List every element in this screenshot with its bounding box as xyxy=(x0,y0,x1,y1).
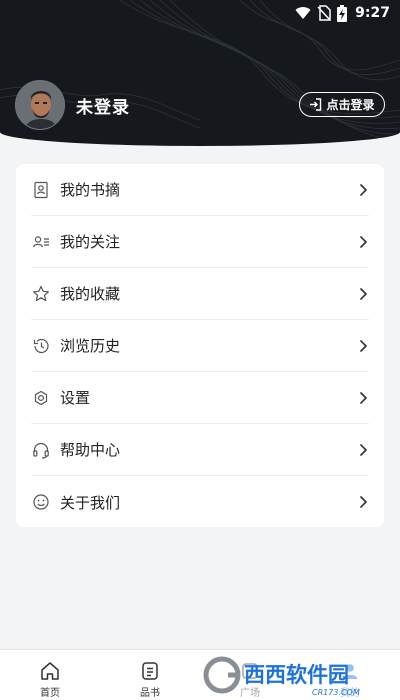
status-bar: 9:27 xyxy=(295,0,400,26)
profile-header: 9:27 未登录 点击登录 xyxy=(0,0,400,146)
wifi-icon xyxy=(295,7,311,20)
tab-home[interactable]: 首页 xyxy=(0,650,100,700)
battery-charging-icon xyxy=(337,4,348,22)
menu-card: 我的书摘 我的关注 我的收藏 浏览历史 设置 帮助中心 关于我们 xyxy=(16,164,384,527)
square-icon xyxy=(242,663,258,679)
history-icon xyxy=(33,338,49,353)
menu-item-book-excerpts[interactable]: 我的书摘 xyxy=(31,164,369,216)
menu-item-label: 帮助中心 xyxy=(60,441,121,459)
menu-item-label: 我的收藏 xyxy=(60,285,121,303)
avatar-icon xyxy=(16,81,64,129)
login-button-label: 点击登录 xyxy=(326,98,375,112)
login-button[interactable]: 点击登录 xyxy=(299,92,385,117)
menu-item-label: 关于我们 xyxy=(60,493,121,512)
tab-label: 我的 xyxy=(340,688,360,699)
tab-square[interactable]: 广场 xyxy=(200,650,300,700)
chevron-right-icon xyxy=(359,495,368,509)
star-icon xyxy=(33,285,49,301)
chevron-right-icon xyxy=(359,287,368,300)
no-sim-icon xyxy=(317,5,331,21)
profile-icon xyxy=(342,664,358,679)
home-icon xyxy=(41,662,59,680)
chevron-right-icon xyxy=(359,339,368,352)
book-icon xyxy=(142,662,158,680)
tab-profile[interactable]: 我的 xyxy=(300,650,400,700)
avatar[interactable] xyxy=(15,80,65,130)
menu-item-favorites[interactable]: 我的收藏 xyxy=(31,268,369,320)
menu-item-label: 浏览历史 xyxy=(60,337,121,355)
menu-item-label: 我的关注 xyxy=(60,233,121,251)
chevron-right-icon xyxy=(359,443,368,456)
username: 未登录 xyxy=(76,97,130,118)
bottom-nav: 首页 品书 广场 我的 xyxy=(0,649,400,700)
follow-icon xyxy=(32,235,49,247)
smile-icon xyxy=(33,494,49,510)
menu-item-following[interactable]: 我的关注 xyxy=(31,216,369,268)
menu-item-history[interactable]: 浏览历史 xyxy=(31,320,369,372)
menu-item-label: 设置 xyxy=(60,389,91,407)
tab-books[interactable]: 品书 xyxy=(100,650,200,700)
chevron-right-icon xyxy=(359,235,368,248)
chevron-right-icon xyxy=(359,391,368,404)
tab-label: 广场 xyxy=(240,688,260,699)
tab-label: 品书 xyxy=(140,688,160,699)
status-time: 9:27 xyxy=(355,5,390,21)
book-excerpt-icon xyxy=(34,181,48,198)
menu-item-settings[interactable]: 设置 xyxy=(31,372,369,424)
tab-label: 首页 xyxy=(40,688,60,699)
login-icon xyxy=(310,98,322,111)
gear-icon xyxy=(34,390,48,405)
headset-icon xyxy=(33,442,49,459)
menu-item-about-us[interactable]: 关于我们 xyxy=(31,476,369,528)
menu-item-help-center[interactable]: 帮助中心 xyxy=(31,424,369,476)
menu-item-label: 我的书摘 xyxy=(60,181,121,199)
chevron-right-icon xyxy=(359,183,368,196)
profile-info[interactable]: 未登录 xyxy=(15,80,130,130)
